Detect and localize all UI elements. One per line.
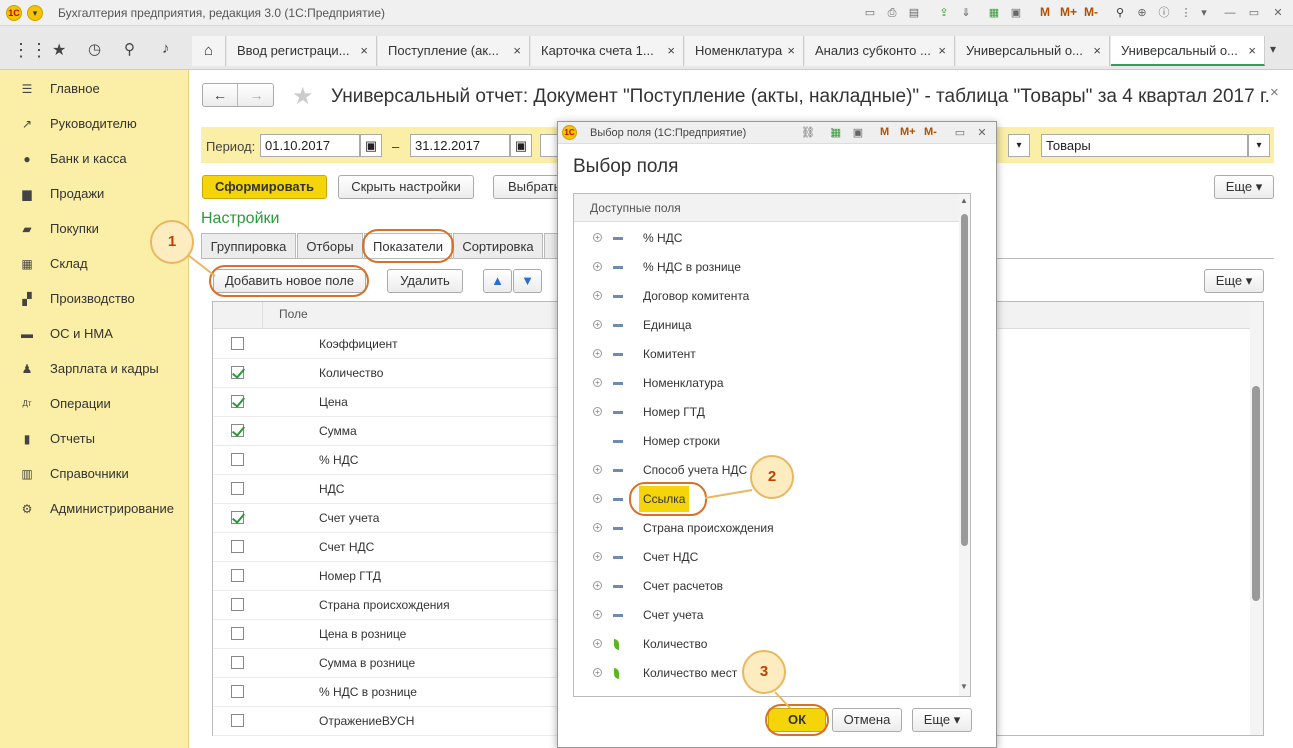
callout-lines <box>187 254 791 709</box>
callout-line-2 <box>704 489 753 499</box>
callout-1: 1 <box>150 220 194 264</box>
callout-line-1 <box>187 254 216 277</box>
callout-3: 3 <box>742 650 786 694</box>
callout-line-3 <box>774 691 791 709</box>
callout-2: 2 <box>750 455 794 499</box>
